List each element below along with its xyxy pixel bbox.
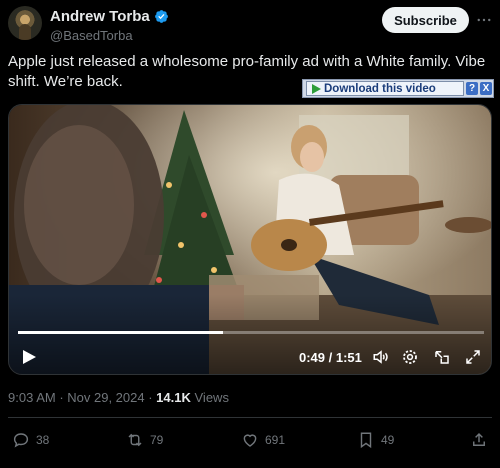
play-icon[interactable] — [21, 349, 37, 365]
verified-badge-icon — [154, 10, 168, 23]
tweet-time[interactable]: 9:03 AM — [8, 390, 56, 405]
share-button[interactable] — [470, 431, 488, 449]
tweet-timestamp: 9:03 AM · Nov 29, 2024 · 14.1K Views — [8, 390, 229, 405]
share-icon — [473, 432, 485, 446]
video-frame — [9, 105, 491, 374]
repost-icon — [128, 433, 142, 447]
view-count: 14.1K — [156, 390, 191, 405]
reply-count: 38 — [36, 433, 50, 447]
tweet-date[interactable]: Nov 29, 2024 — [67, 390, 144, 405]
repost-button[interactable]: 79 — [126, 431, 163, 449]
download-video-toolbar: Download this video ? X — [302, 79, 494, 98]
divider — [8, 417, 492, 418]
bookmark-count: 49 — [381, 433, 395, 447]
bookmark-button[interactable]: 49 — [357, 431, 394, 449]
video-time: 0:49 / 1:51 — [299, 350, 362, 365]
pip-icon[interactable] — [433, 348, 451, 366]
video-player[interactable]: 0:49 / 1:51 — [8, 104, 492, 375]
subscribe-button[interactable]: Subscribe — [382, 7, 469, 33]
author-display-name[interactable]: Andrew Torba — [50, 8, 150, 25]
like-count: 691 — [265, 433, 286, 447]
author-name-row: Andrew Torba — [50, 8, 169, 25]
tweet-actions: 38 79 691 49 — [8, 431, 492, 453]
heart-icon — [243, 434, 257, 447]
like-button[interactable]: 691 — [241, 431, 285, 449]
settings-icon[interactable] — [401, 348, 419, 366]
views-label: Views — [194, 390, 229, 405]
download-video-button[interactable]: Download this video — [306, 81, 464, 96]
reply-button[interactable]: 38 — [12, 431, 49, 449]
repost-count: 79 — [150, 433, 164, 447]
reply-icon — [13, 433, 29, 448]
author-handle[interactable]: @BasedTorba — [50, 28, 133, 43]
video-progress-bar[interactable] — [18, 331, 484, 334]
volume-icon[interactable] — [372, 348, 390, 366]
more-horizontal-icon[interactable] — [474, 10, 494, 30]
download-play-icon — [312, 83, 321, 94]
fullscreen-icon[interactable] — [464, 348, 482, 366]
video-progress-fill — [18, 331, 224, 334]
download-video-label: Download this video — [324, 82, 436, 95]
download-close-icon[interactable]: X — [480, 82, 492, 95]
bookmark-icon — [360, 432, 372, 449]
download-help-icon[interactable]: ? — [466, 82, 478, 95]
author-avatar[interactable] — [8, 6, 42, 40]
